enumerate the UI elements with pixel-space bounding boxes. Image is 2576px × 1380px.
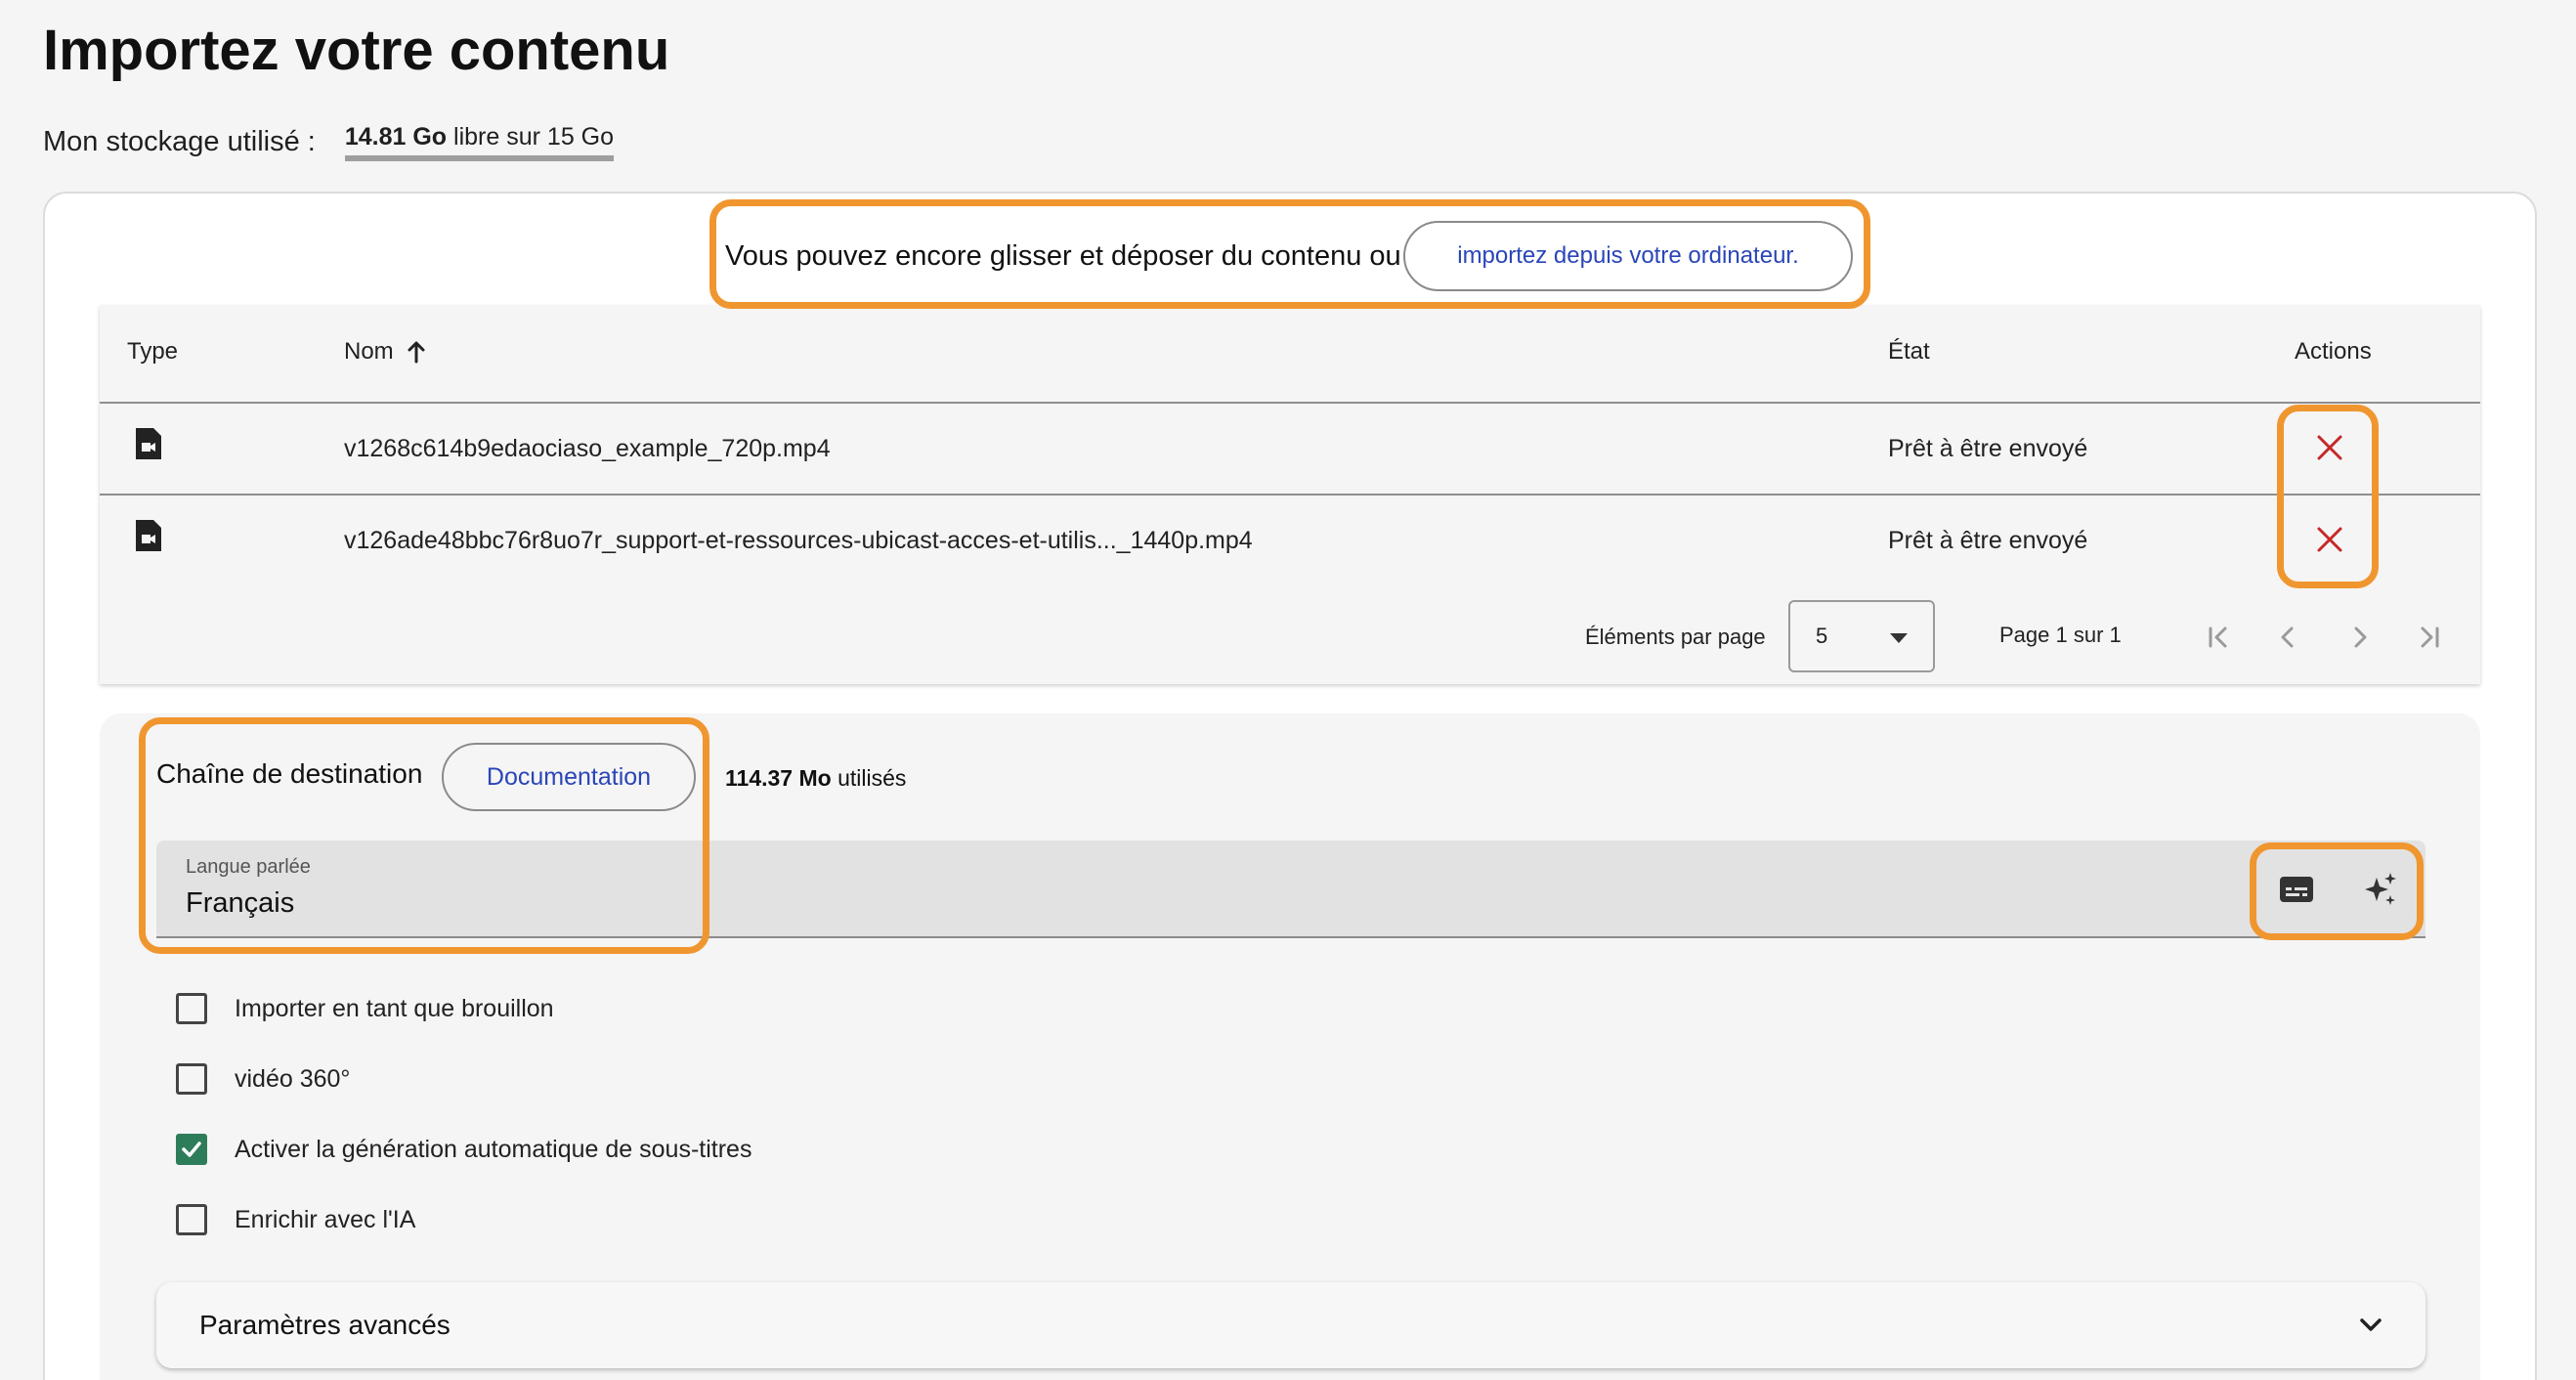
advanced-settings-expander[interactable]: Paramètres avancés [156,1282,2426,1368]
checkbox[interactable] [176,1063,207,1095]
close-icon [2317,435,2342,460]
page-info: Page 1 sur 1 [1999,623,2122,647]
option-enrich-ai[interactable]: Enrichir avec l'IA [176,1204,415,1235]
first-page-button[interactable] [2197,616,2240,659]
chevron-right-icon [2354,626,2367,648]
video-file-icon [136,520,161,551]
column-header-actions: Actions [2295,338,2372,365]
option-label: vidéo 360° [235,1064,351,1093]
next-page-button[interactable] [2338,616,2381,659]
option-label: Importer en tant que brouillon [235,994,554,1022]
file-name: v126ade48bbc76r8uo7r_support-et-ressourc… [344,527,1253,554]
table-row-divider [100,494,2480,496]
subtitles-icon [2280,877,2313,902]
storage-usage-value: 114.37 Mo [725,765,832,791]
file-name: v1268c614b9edaociaso_example_720p.mp4 [344,435,831,462]
column-header-name[interactable]: Nom [344,338,427,366]
delete-file-button[interactable] [2306,516,2353,563]
table-header-divider [100,402,2480,404]
storage-free-value: 14.81 Go [344,123,448,151]
chevron-left-icon [2281,626,2294,648]
advanced-settings-label: Paramètres avancés [199,1310,451,1340]
option-label: Activer la génération automatique de sou… [235,1135,752,1163]
checkmark-icon [182,1142,201,1157]
dropzone-text: Vous pouvez encore glisser et déposer du… [725,240,1401,272]
delete-file-button[interactable] [2306,424,2353,471]
close-icon [2317,527,2342,552]
column-header-name-label: Nom [344,338,394,365]
items-per-page-select[interactable]: 5 [1788,600,1935,672]
destination-channel-label: Chaîne de destination [156,758,423,789]
documentation-button[interactable]: Documentation [442,743,696,811]
storage-info: Mon stockage utilisé : 14.81 Go libre su… [43,123,615,161]
arrow-up-icon [408,341,425,364]
subtitles-button[interactable] [2269,862,2324,917]
storage-usage-suffix: utilisés [837,765,907,791]
items-per-page-label: Éléments par page [1585,625,1766,649]
file-status: Prêt à être envoyé [1888,435,2088,462]
import-from-computer-button[interactable]: importez depuis votre ordinateur. [1403,221,1853,291]
items-per-page-value: 5 [1816,624,1828,648]
file-status: Prêt à être envoyé [1888,527,2088,554]
last-page-icon [2421,626,2439,648]
column-header-type: Type [127,338,179,365]
spoken-language-value: Français [186,887,295,919]
previous-page-button[interactable] [2267,616,2310,659]
checkbox[interactable] [176,1204,207,1235]
storage-usage: 114.37 Mo utilisés [725,765,906,792]
first-page-icon [2209,626,2227,648]
checkbox[interactable] [176,993,207,1024]
sparkles-icon [2365,873,2396,905]
option-label: Enrichir avec l'IA [235,1205,416,1233]
storage-meter: 14.81 Go libre sur 15 Go [344,123,615,161]
page-title: Importez votre contenu [43,19,670,82]
ai-enrich-button[interactable] [2353,862,2408,917]
storage-label: Mon stockage utilisé : [43,126,316,157]
chevron-down-icon [2360,1318,2382,1331]
checkbox-checked[interactable] [176,1134,207,1165]
last-page-button[interactable] [2408,616,2451,659]
spoken-language-select[interactable]: Langue parlée Français [156,841,2426,938]
column-header-status: État [1888,338,1930,365]
spoken-language-label: Langue parlée [186,856,311,878]
video-file-icon [136,428,161,459]
upload-settings-panel [100,713,2480,1380]
storage-total-text: libre sur 15 Go [453,123,615,151]
option-auto-subtitles[interactable]: Activer la génération automatique de sou… [176,1134,751,1165]
option-video-360[interactable]: vidéo 360° [176,1063,350,1095]
dropdown-caret-icon [1890,633,1908,643]
option-import-as-draft[interactable]: Importer en tant que brouillon [176,993,554,1024]
